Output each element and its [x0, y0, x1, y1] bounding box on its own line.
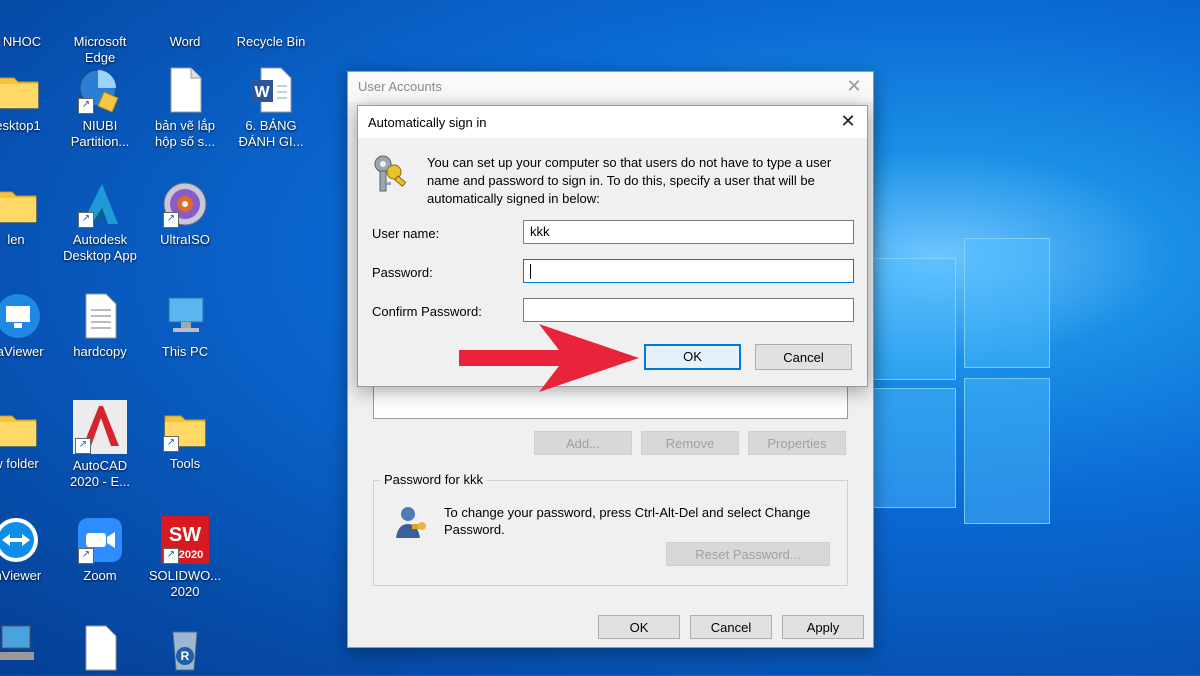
desktop-icon-ultraiso[interactable]: ↗ UltraISO [145, 180, 225, 248]
password-info-text: To change your password, press Ctrl-Alt-… [444, 505, 811, 537]
niubi-icon: ↗ [76, 66, 124, 114]
dialog-titlebar: Automatically sign in ✕ [358, 106, 867, 138]
desktop-icon-word[interactable]: Word [145, 0, 225, 50]
viewer-icon [0, 292, 42, 340]
svg-text:2020: 2020 [179, 549, 203, 561]
windows-logo [872, 238, 1050, 524]
folder-icon: ↗ [161, 404, 209, 452]
desktop-icon-autocad[interactable]: ↗ AutoCAD 2020 - E... [60, 400, 140, 490]
username-input[interactable]: kkk [523, 220, 854, 244]
desktop-icon-desktop1[interactable]: esktop1 [0, 66, 58, 134]
close-icon[interactable]: ✕ [843, 76, 865, 98]
document-icon [76, 624, 124, 672]
svg-text:R: R [181, 649, 190, 663]
folder-icon [0, 404, 40, 452]
confirm-password-label: Confirm Password: [372, 304, 482, 319]
user-accounts-title: User Accounts [358, 79, 442, 94]
svg-text:SW: SW [169, 524, 201, 546]
ok-button[interactable]: OK [644, 344, 741, 370]
document-icon [161, 66, 209, 114]
desktop-icon-len[interactable]: len [0, 180, 56, 248]
desktop-icon-teamviewer[interactable]: mViewer [0, 516, 56, 584]
keys-icon [370, 154, 410, 194]
username-value: kkk [530, 224, 550, 239]
desktop-icon-row7-c[interactable]: R [145, 624, 225, 672]
username-label: User name: [372, 226, 440, 241]
desktop-icon-new-folder[interactable]: w folder [0, 404, 56, 472]
user-accounts-titlebar: User Accounts ✕ [348, 72, 873, 102]
zoom-icon: ↗ [76, 516, 124, 564]
autocad-icon: ↗ [73, 400, 127, 454]
desktop-icon-tools[interactable]: ↗ Tools [145, 404, 225, 472]
reset-password-button[interactable]: Reset Password... [666, 542, 830, 566]
password-label: Password: [372, 265, 433, 280]
folder-icon [0, 180, 40, 228]
confirm-password-input[interactable] [523, 298, 854, 322]
password-group-label: Password for kkk [380, 472, 487, 487]
desktop-icon-autodesk[interactable]: ↗ Autodesk Desktop App [60, 180, 140, 264]
close-icon[interactable]: ✕ [837, 111, 859, 133]
remove-button[interactable]: Remove [641, 431, 739, 455]
svg-text:W: W [254, 84, 270, 101]
word-doc-icon: W [247, 66, 295, 114]
desktop-icon-ban-ve[interactable]: bản vẽ lắp hộp số s... [145, 66, 225, 150]
desktop-icon-solidworks[interactable]: SW 2020 ↗ SOLIDWO... 2020 [145, 516, 225, 600]
solidworks-icon: SW 2020 ↗ [161, 516, 209, 564]
computer-icon [0, 622, 40, 670]
text-caret [530, 264, 531, 280]
desktop-icon-recycle-bin[interactable]: Recycle Bin [231, 0, 311, 50]
cancel-button[interactable]: Cancel [690, 615, 772, 639]
computer-icon [161, 292, 209, 340]
apply-button[interactable]: Apply [782, 615, 864, 639]
desktop-icon-nhoc[interactable]: NHOC [0, 0, 62, 50]
desktop-icon-hardcopy[interactable]: hardcopy [60, 292, 140, 360]
ok-button[interactable]: OK [598, 615, 680, 639]
recycle-app-icon: R [161, 624, 209, 672]
desktop-icon-this-pc[interactable]: This PC [145, 292, 225, 360]
dialog-description: You can set up your computer so that use… [427, 155, 832, 206]
text-file-icon [76, 292, 124, 340]
user-key-icon [392, 504, 428, 540]
properties-button[interactable]: Properties [748, 431, 846, 455]
disc-icon: ↗ [161, 180, 209, 228]
teamviewer-icon [0, 516, 40, 564]
dialog-title: Automatically sign in [368, 115, 487, 130]
cancel-button[interactable]: Cancel [755, 344, 852, 370]
annotation-arrow-icon [459, 324, 639, 392]
password-input[interactable] [523, 259, 854, 283]
desktop-icon-row7-b[interactable] [60, 624, 140, 672]
desktop-icon-zoom[interactable]: ↗ Zoom [60, 516, 140, 584]
add-button[interactable]: Add... [534, 431, 632, 455]
autodesk-icon: ↗ [76, 180, 124, 228]
folder-icon [0, 66, 42, 114]
desktop-icon-edge[interactable]: Microsoft Edge [60, 0, 140, 66]
desktop-icon-row7-a[interactable] [0, 622, 56, 670]
desktop-icon-niubi[interactable]: ↗ NIUBI Partition... [60, 66, 140, 150]
desktop-icon-raviewer[interactable]: raViewer [0, 292, 58, 360]
desktop-icon-bang-danh-gia[interactable]: W 6. BẢNG ĐÁNH GI... [231, 66, 311, 150]
